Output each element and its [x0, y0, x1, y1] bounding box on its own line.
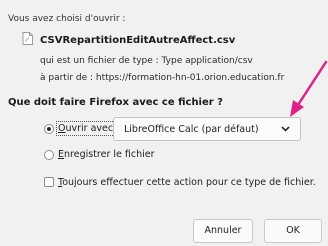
ok-button[interactable]: OK [264, 219, 322, 243]
open-with-label[interactable]: Ouvrir avec [55, 121, 116, 136]
chevron-down-icon [281, 126, 290, 132]
open-with-label-text: uvrir avec [65, 123, 114, 134]
cancel-button[interactable]: Annuler [193, 219, 253, 243]
application-select-value: LibreOffice Calc (par défaut) [124, 124, 259, 135]
save-file-radio[interactable] [44, 150, 54, 160]
file-icon [22, 32, 33, 45]
file-type-line: qui est un fichier de type : Type applic… [40, 56, 253, 66]
intro-text: Vous avez choisi d'ouvrir : [8, 14, 126, 24]
annotation-arrow [290, 60, 328, 117]
save-file-label[interactable]: Enregistrer le fichier [58, 149, 155, 160]
application-select[interactable]: LibreOffice Calc (par défaut) [113, 117, 301, 141]
always-do-checkbox[interactable] [44, 177, 54, 187]
always-do-label-text: oujours effectuer cette action pour ce t… [62, 177, 316, 188]
action-question: Que doit faire Firefox avec ce fichier ? [8, 97, 223, 108]
file-source-line: à partir de : https://formation-hn-01.or… [40, 73, 285, 83]
always-do-label[interactable]: Toujours effectuer cette action pour ce … [58, 177, 316, 188]
open-with-radio[interactable] [44, 124, 54, 134]
download-dialog: Vous avez choisi d'ouvrir : CSVRepartiti… [0, 0, 328, 246]
save-file-label-text: nregistrer le fichier [64, 149, 155, 160]
file-name: CSVRepartitionEditAutreAffect.csv [40, 35, 236, 46]
